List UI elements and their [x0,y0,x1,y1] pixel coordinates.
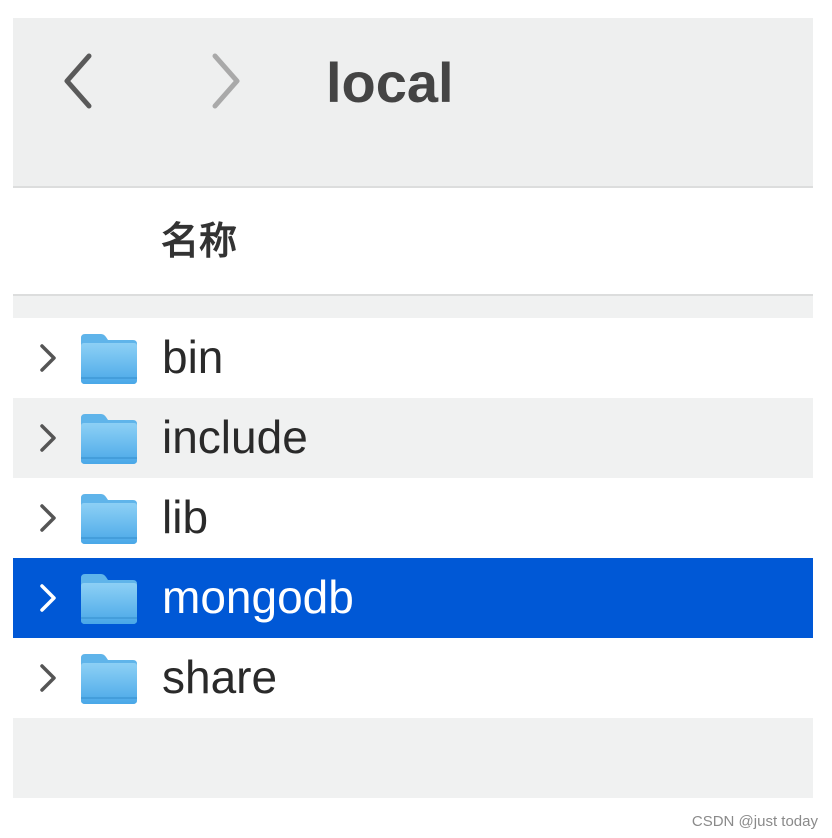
disclosure-chevron-icon[interactable] [35,660,61,696]
chevron-right-icon [212,53,240,109]
folder-icon [79,650,139,706]
window-title: local [326,51,454,114]
list-item-label: share [162,651,278,703]
disclosure-chevron-icon[interactable] [35,420,61,456]
list-item-bin[interactable]: bin [13,318,813,398]
disclosure-chevron-icon[interactable] [35,500,61,536]
watermark: CSDN @just today [691,813,818,830]
list-item-share[interactable]: share [13,638,813,718]
list-item-include[interactable]: include [13,398,813,478]
back-button[interactable] [55,46,105,116]
chevron-left-icon [64,53,92,109]
folder-icon [79,410,139,466]
folder-icon [79,330,139,386]
list-item-label: bin [162,331,224,383]
column-header: 名称 [13,188,813,296]
toolbar: local [13,18,813,188]
folder-icon [79,490,139,546]
list-item-lib[interactable]: lib [13,478,813,558]
list-item-label: include [162,411,308,463]
folder-icon [79,570,139,626]
forward-button[interactable] [201,46,251,116]
list-item-label: lib [162,491,209,543]
list-item-label: mongodb [162,571,354,623]
list-item-mongodb[interactable]: mongodb [13,558,813,638]
disclosure-chevron-icon[interactable] [35,340,61,376]
column-name-header[interactable]: 名称 [161,218,237,264]
finder-window: local 名称 bin include lib mongodb share [13,18,813,798]
disclosure-chevron-icon[interactable] [35,580,61,616]
